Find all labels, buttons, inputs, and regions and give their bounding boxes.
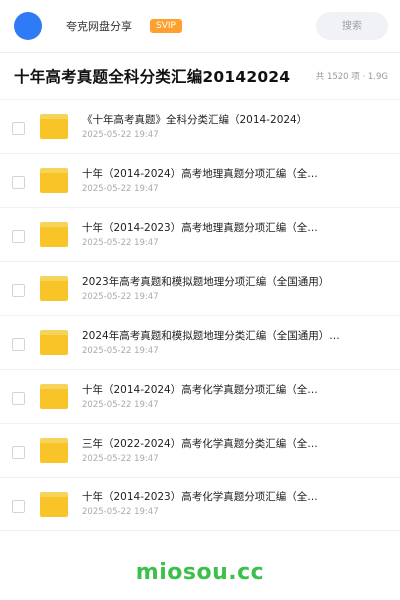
file-row[interactable]: 2024年高考真题和模拟题地理分类汇编（全国通用）… 2025-05-22 19… xyxy=(0,315,400,369)
watermark: miosou.cc xyxy=(135,560,265,585)
file-info: 十年（2014-2023）高考化学真题分项汇编（全… 2025-05-22 19… xyxy=(82,490,388,518)
file-info: 三年（2022-2024）高考化学真题分类汇编（全… 2025-05-22 19… xyxy=(82,437,388,465)
select-checkbox[interactable] xyxy=(12,176,25,189)
folder-icon xyxy=(40,222,68,247)
file-name[interactable]: 十年（2014-2023）高考地理真题分项汇编（全… xyxy=(82,221,357,235)
file-row[interactable]: 十年（2014-2024）高考化学真题分项汇编（全… 2025-05-22 19… xyxy=(0,369,400,423)
select-checkbox[interactable] xyxy=(12,284,25,297)
file-date: 2025-05-22 19:47 xyxy=(82,453,159,464)
top-bar: 夸克网盘分享 SVIP xyxy=(0,0,400,52)
file-date: 2025-05-22 19:47 xyxy=(82,345,159,356)
search-input[interactable] xyxy=(316,12,388,40)
page-title: 十年高考真题全科分类汇编20142024 xyxy=(14,68,291,86)
svip-badge: SVIP xyxy=(150,19,182,33)
file-name[interactable]: 十年（2014-2024）高考地理真题分项汇编（全… xyxy=(82,167,357,181)
folder-icon xyxy=(40,114,68,139)
select-checkbox[interactable] xyxy=(12,230,25,243)
file-row[interactable]: 《十年高考真题》全科分类汇编（2014-2024） 2025-05-22 19:… xyxy=(0,99,400,153)
folder-icon xyxy=(40,168,68,193)
file-name[interactable]: 《十年高考真题》全科分类汇编（2014-2024） xyxy=(82,113,357,127)
file-row[interactable]: 十年（2014-2023）高考化学真题分项汇编（全… 2025-05-22 19… xyxy=(0,477,400,531)
file-date: 2025-05-22 19:47 xyxy=(82,291,159,302)
folder-icon xyxy=(40,491,68,517)
folder-icon xyxy=(40,384,68,409)
file-info: 十年（2014-2023）高考地理真题分项汇编（全… 2025-05-22 19… xyxy=(82,221,388,249)
file-info: 2024年高考真题和模拟题地理分类汇编（全国通用）… 2025-05-22 19… xyxy=(82,329,388,357)
folder-icon xyxy=(40,276,68,301)
file-name[interactable]: 十年（2014-2024）高考化学真题分项汇编（全… xyxy=(82,383,357,397)
select-checkbox[interactable] xyxy=(12,499,25,513)
file-date: 2025-05-22 19:47 xyxy=(82,399,159,410)
title-row: 十年高考真题全科分类汇编20142024 共 1520 项 · 1.9G xyxy=(0,53,400,99)
folder-icon xyxy=(40,438,68,463)
file-name[interactable]: 三年（2022-2024）高考化学真题分类汇编（全… xyxy=(82,437,357,451)
select-checkbox[interactable] xyxy=(12,392,25,405)
app-name: 夸克网盘分享 xyxy=(66,20,132,33)
file-info: 十年（2014-2024）高考地理真题分项汇编（全… 2025-05-22 19… xyxy=(82,167,388,195)
folder-icon xyxy=(40,330,68,355)
file-name[interactable]: 2023年高考真题和模拟题地理分项汇编（全国通用） xyxy=(82,275,357,289)
file-list: 《十年高考真题》全科分类汇编（2014-2024） 2025-05-22 19:… xyxy=(0,99,400,531)
file-date: 2025-05-22 19:47 xyxy=(82,183,159,194)
file-name[interactable]: 十年（2014-2023）高考化学真题分项汇编（全… xyxy=(82,490,357,504)
file-info: 《十年高考真题》全科分类汇编（2014-2024） 2025-05-22 19:… xyxy=(82,113,388,141)
select-checkbox[interactable] xyxy=(12,338,25,351)
file-date: 2025-05-22 19:47 xyxy=(82,507,159,517)
select-checkbox[interactable] xyxy=(12,122,25,135)
file-date: 2025-05-22 19:47 xyxy=(82,129,159,140)
folder-meta: 共 1520 项 · 1.9G xyxy=(315,72,388,82)
share-page: 夸克网盘分享 SVIP 十年高考真题全科分类汇编20142024 共 1520 … xyxy=(0,0,400,600)
file-info: 十年（2014-2024）高考化学真题分项汇编（全… 2025-05-22 19… xyxy=(82,383,388,411)
file-row[interactable]: 十年（2014-2024）高考地理真题分项汇编（全… 2025-05-22 19… xyxy=(0,153,400,207)
file-name[interactable]: 2024年高考真题和模拟题地理分类汇编（全国通用）… xyxy=(82,329,357,343)
file-row[interactable]: 十年（2014-2023）高考地理真题分项汇编（全… 2025-05-22 19… xyxy=(0,207,400,261)
select-checkbox[interactable] xyxy=(12,446,25,459)
file-info: 2023年高考真题和模拟题地理分项汇编（全国通用） 2025-05-22 19:… xyxy=(82,275,388,303)
avatar[interactable] xyxy=(14,12,42,40)
file-row[interactable]: 2023年高考真题和模拟题地理分项汇编（全国通用） 2025-05-22 19:… xyxy=(0,261,400,315)
file-row[interactable]: 三年（2022-2024）高考化学真题分类汇编（全… 2025-05-22 19… xyxy=(0,423,400,477)
file-date: 2025-05-22 19:47 xyxy=(82,237,159,248)
